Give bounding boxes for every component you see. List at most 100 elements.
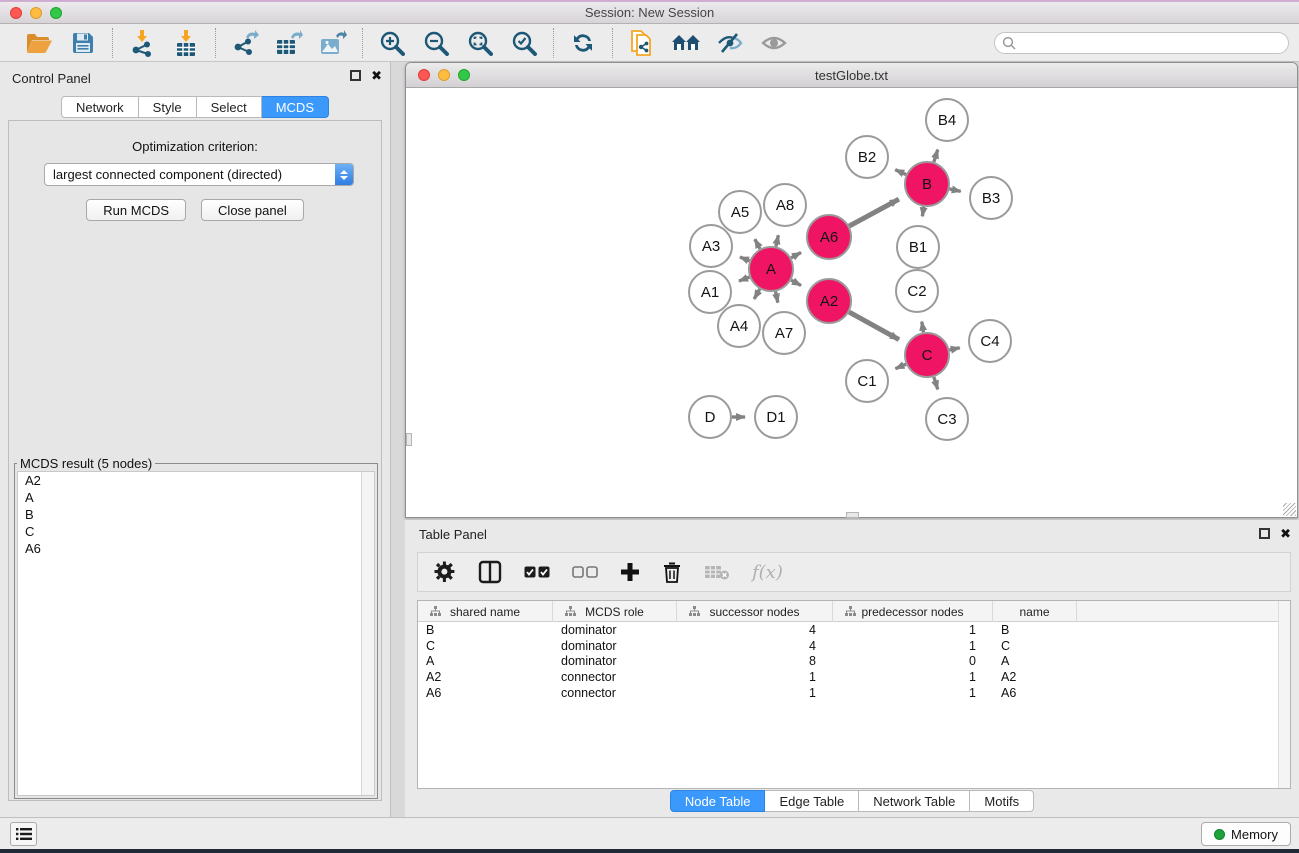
graph-edge-B-B4[interactable]: [934, 150, 938, 162]
result-item[interactable]: B: [18, 506, 374, 523]
graph-edge-A-A1[interactable]: [739, 277, 749, 281]
table-scrollbar[interactable]: [1278, 601, 1290, 788]
graph-node-A[interactable]: A: [749, 247, 793, 291]
task-history-button[interactable]: [10, 822, 37, 846]
refresh-icon[interactable]: [568, 28, 598, 58]
graph-node-A5[interactable]: A5: [719, 191, 761, 233]
table-cell[interactable]: 1: [677, 670, 833, 684]
table-cell[interactable]: A2: [418, 670, 553, 684]
table-cell[interactable]: dominator: [553, 623, 677, 637]
add-column-icon[interactable]: [620, 562, 640, 582]
table-cell[interactable]: 1: [833, 670, 993, 684]
graph-node-A1[interactable]: A1: [689, 271, 731, 313]
network-canvas[interactable]: AA1A2A3A4A5A6A7A8BB1B2B3B4CC1C2C3C4DD1: [406, 88, 1297, 517]
graph-node-C1[interactable]: C1: [846, 360, 888, 402]
graph-node-A7[interactable]: A7: [763, 312, 805, 354]
graph-node-D1[interactable]: D1: [755, 396, 797, 438]
result-item[interactable]: A2: [18, 472, 374, 489]
fit-content-icon[interactable]: [465, 28, 495, 58]
result-item[interactable]: A: [18, 489, 374, 506]
table-cell[interactable]: B: [418, 623, 553, 637]
table-row[interactable]: A2connector11A2: [418, 669, 1290, 685]
save-session-icon[interactable]: [68, 28, 98, 58]
hide-columns-icon[interactable]: [572, 566, 598, 579]
table-row[interactable]: Adominator80A: [418, 654, 1290, 670]
graph-node-C[interactable]: C: [905, 333, 949, 377]
function-builder-icon[interactable]: f(x): [752, 562, 783, 583]
column-header-name[interactable]: name: [993, 601, 1077, 622]
table-row[interactable]: Cdominator41C: [418, 638, 1290, 654]
left-splitter-grip[interactable]: [406, 433, 412, 446]
hide-selected-icon[interactable]: [715, 28, 745, 58]
search-input[interactable]: [1017, 34, 1288, 52]
import-table-icon[interactable]: [171, 28, 201, 58]
table-cell[interactable]: dominator: [553, 654, 677, 668]
show-all-icon[interactable]: [759, 28, 789, 58]
table-cell[interactable]: connector: [553, 670, 677, 684]
table-cell[interactable]: 0: [833, 654, 993, 668]
table-cell[interactable]: 4: [677, 623, 833, 637]
tab-network[interactable]: Network: [61, 96, 139, 118]
table-cell[interactable]: 1: [833, 686, 993, 700]
table-cell[interactable]: dominator: [553, 639, 677, 653]
graph-node-C3[interactable]: C3: [926, 398, 968, 440]
tab-mcds[interactable]: MCDS: [262, 96, 329, 118]
result-item[interactable]: A6: [18, 540, 374, 557]
close-panel-icon[interactable]: ✖: [371, 70, 382, 81]
graph-edge-C-C2[interactable]: [922, 322, 924, 333]
graph-node-B3[interactable]: B3: [970, 177, 1012, 219]
tab-style[interactable]: Style: [139, 96, 197, 118]
tab-network-table[interactable]: Network Table: [859, 790, 970, 812]
zoom-out-icon[interactable]: [421, 28, 451, 58]
graph-node-B2[interactable]: B2: [846, 136, 888, 178]
open-file-icon[interactable]: [24, 28, 54, 58]
table-cell[interactable]: A: [993, 654, 1077, 668]
graph-node-B[interactable]: B: [905, 162, 949, 206]
graph-edge-A-A6[interactable]: [791, 252, 801, 257]
graph-edge-A2-C[interactable]: [849, 312, 899, 339]
table-cell[interactable]: 1: [677, 686, 833, 700]
result-list-scrollbar[interactable]: [361, 472, 374, 795]
graph-edge-B-B1[interactable]: [922, 207, 923, 217]
graph-node-B4[interactable]: B4: [926, 99, 968, 141]
table-cell[interactable]: B: [993, 623, 1077, 637]
columns-icon[interactable]: [478, 560, 502, 584]
graph-edge-A-A5[interactable]: [755, 239, 760, 249]
graph-edge-A-A7[interactable]: [776, 292, 778, 303]
tab-edge-table[interactable]: Edge Table: [765, 790, 859, 812]
graph-node-B1[interactable]: B1: [897, 226, 939, 268]
graph-node-A6[interactable]: A6: [807, 215, 851, 259]
delete-column-icon[interactable]: [662, 561, 682, 583]
table-cell[interactable]: A: [418, 654, 553, 668]
close-panel-button[interactable]: Close panel: [201, 199, 304, 221]
graph-edge-B-B2[interactable]: [895, 170, 906, 175]
table-cell[interactable]: C: [418, 639, 553, 653]
graph-node-A2[interactable]: A2: [807, 279, 851, 323]
tab-motifs[interactable]: Motifs: [970, 790, 1034, 812]
export-table-icon[interactable]: [274, 28, 304, 58]
graph-node-C2[interactable]: C2: [896, 270, 938, 312]
graph-edge-B-B3[interactable]: [949, 189, 960, 191]
delete-table-icon[interactable]: [704, 563, 730, 581]
graph-edge-C-C3[interactable]: [934, 377, 938, 389]
float-table-panel-icon[interactable]: [1259, 528, 1270, 539]
column-header-MCDS-role[interactable]: MCDS role: [553, 601, 677, 622]
first-neighbors-icon[interactable]: [671, 28, 701, 58]
network-graph[interactable]: AA1A2A3A4A5A6A7A8BB1B2B3B4CC1C2C3C4DD1: [406, 88, 1297, 517]
graph-edge-C-C4[interactable]: [949, 348, 959, 350]
graph-edge-A-A2[interactable]: [791, 280, 801, 285]
table-row[interactable]: A6connector11A6: [418, 685, 1290, 701]
table-row[interactable]: Bdominator41B: [418, 622, 1290, 638]
result-item[interactable]: C: [18, 523, 374, 540]
table-cell[interactable]: C: [993, 639, 1077, 653]
table-cell[interactable]: A2: [993, 670, 1077, 684]
graph-edge-A-A8[interactable]: [776, 235, 778, 246]
graph-node-C4[interactable]: C4: [969, 320, 1011, 362]
graph-edge-A-A3[interactable]: [740, 257, 750, 261]
table-cell[interactable]: A6: [418, 686, 553, 700]
memory-button[interactable]: Memory: [1201, 822, 1291, 846]
column-header-successor-nodes[interactable]: successor nodes: [677, 601, 833, 622]
criterion-dropdown[interactable]: largest connected component (directed): [44, 163, 354, 186]
window-resize-grip[interactable]: [1283, 503, 1296, 516]
export-image-icon[interactable]: [318, 28, 348, 58]
